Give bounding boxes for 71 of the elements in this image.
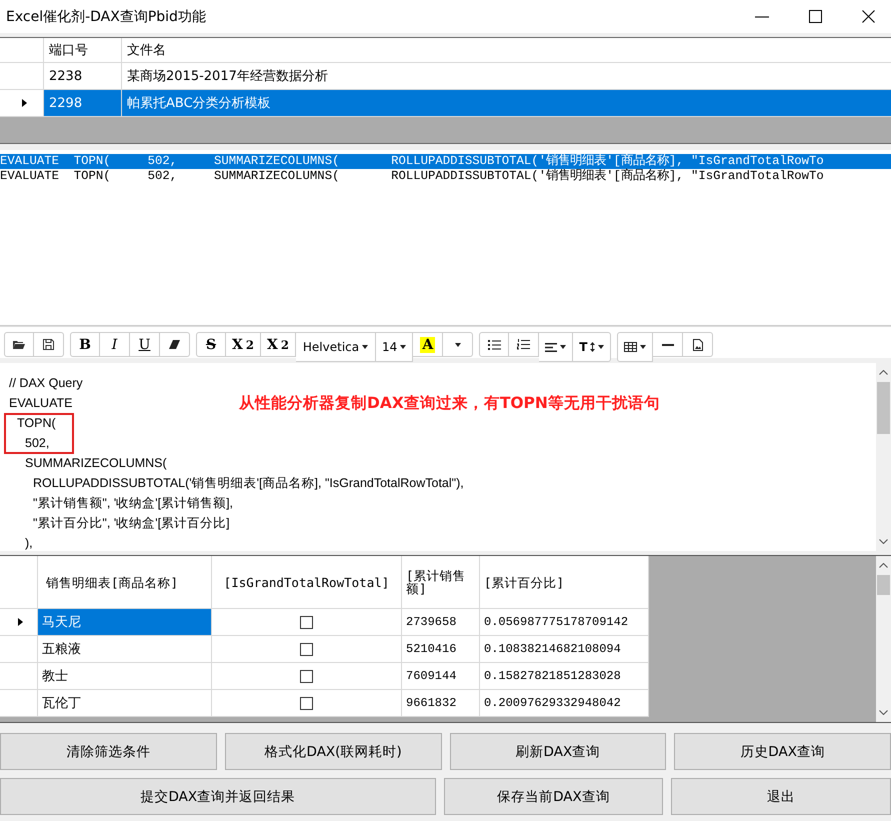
numbered-list-icon[interactable] — [509, 332, 540, 357]
font-dropdown[interactable]: Helvetica — [296, 332, 376, 362]
table-cell: 2238 — [44, 63, 122, 89]
scroll-thumb[interactable] — [877, 382, 890, 434]
table-cell: 9661832 — [402, 690, 480, 716]
bold-button[interactable]: B — [70, 332, 100, 357]
code-line: ), — [25, 536, 33, 550]
save-icon[interactable] — [34, 332, 64, 357]
strikethrough-button[interactable]: S — [196, 332, 226, 357]
highlight-box — [4, 413, 74, 454]
action-button[interactable]: 保存当前DAX查询 — [444, 778, 664, 815]
underline-button[interactable]: U — [130, 332, 160, 357]
image-icon[interactable] — [683, 332, 714, 357]
size-dropdown[interactable]: 14 — [376, 332, 414, 362]
bullet-list-icon[interactable] — [479, 332, 510, 357]
file-row[interactable]: 2238 某商场2015-2017年经营数据分析 — [0, 63, 891, 90]
code-line: "累计销售额", '收纳盒'[累计销售额], — [33, 496, 234, 510]
action-button[interactable]: 清除筛选条件 — [0, 733, 217, 770]
query-item[interactable]: EVALUATE TOPN( 502, SUMMARIZECOLUMNS( ROLLUPADDISSUBTOTAL('销售明细表'[商品名称], "IsGrandTotalRowTo — [0, 154, 891, 169]
eraser-icon[interactable] — [160, 332, 190, 357]
table-cell: 5210416 — [402, 636, 480, 662]
table-cell: 帕累托ABC分类分析模板 — [122, 90, 891, 116]
italic-button[interactable]: I — [100, 332, 130, 357]
row-pointer-icon — [22, 99, 26, 107]
code-line: SUMMARIZECOLUMNS( — [25, 456, 167, 470]
column-header[interactable]: [IsGrandTotalRowTotal] — [212, 556, 402, 608]
close-icon[interactable] — [862, 10, 875, 23]
column-header[interactable]: 文件名 — [122, 38, 891, 62]
table-icon — [624, 342, 638, 352]
minimize-icon[interactable] — [755, 16, 769, 18]
code-line: TOPN( — [17, 416, 56, 430]
table-cell: 2739658 — [402, 609, 480, 635]
column-header[interactable]: [累计销售额] — [402, 556, 480, 608]
table-cell-text: 某商场2015-2017年经营数据分析 — [126, 68, 329, 86]
checkbox[interactable] — [300, 642, 313, 656]
column-header[interactable]: 端口号 — [44, 38, 122, 62]
action-button[interactable]: 历史DAX查询 — [674, 733, 891, 770]
action-button[interactable]: 退出 — [671, 778, 891, 815]
window-title: Excel催化剂-DAX查询Pbid功能 — [6, 8, 206, 26]
align-icon — [545, 342, 558, 352]
column-header[interactable]: 销售明细表[商品名称] — [38, 556, 212, 608]
code-line: "累计百分比", '收纳盒'[累计百分比] — [33, 516, 230, 530]
checkbox[interactable] — [300, 616, 313, 628]
up-down-arrow-icon — [590, 342, 596, 352]
line-height-dropdown[interactable]: T — [573, 332, 612, 362]
table-cell: 2298 — [44, 90, 122, 116]
query-item[interactable]: EVALUATE TOPN( 502, SUMMARIZECOLUMNS( ROLLUPADDISSUBTOTAL('销售明细表'[商品名称], "IsGrandTotalRowTo — [0, 169, 891, 184]
action-button[interactable]: 刷新DAX查询 — [450, 733, 666, 770]
open-folder-icon[interactable] — [4, 332, 34, 357]
table-cell[interactable]: 教士 — [38, 663, 212, 689]
code-line: 502, — [25, 436, 50, 450]
code-line: ROLLUPADDISSUBTOTAL('销售明细表'[商品名称], "IsGrandTotalRowTotal"), — [33, 476, 464, 490]
scroll-thumb[interactable] — [877, 575, 890, 595]
table-cell[interactable]: 马天尼 — [38, 609, 212, 635]
annotation-text: 从性能分析器复制DAX查询过来，有TOPN等无用干扰语句 — [239, 393, 660, 413]
checkbox[interactable] — [300, 670, 313, 682]
highlight-button[interactable]: A — [413, 332, 444, 357]
checkbox[interactable] — [300, 696, 313, 710]
table-cell: 7609144 — [402, 663, 480, 689]
align-dropdown[interactable] — [539, 332, 574, 362]
action-button[interactable]: 提交DAX查询并返回结果 — [0, 778, 436, 815]
code-line: EVALUATE — [9, 396, 72, 410]
action-button[interactable]: 格式化DAX(联网耗时) — [224, 733, 442, 770]
table-cell[interactable]: 五粮液 — [38, 636, 212, 662]
file-row[interactable]: 2298 帕累托ABC分类分析模板 — [0, 90, 891, 117]
maximize-icon[interactable] — [809, 10, 822, 23]
scrollbar[interactable] — [876, 556, 891, 722]
table-dropdown[interactable] — [617, 332, 654, 362]
table-cell[interactable]: 瓦伦丁 — [38, 690, 212, 716]
code-line: // DAX Query — [9, 376, 83, 390]
row-pointer-icon — [18, 618, 23, 626]
